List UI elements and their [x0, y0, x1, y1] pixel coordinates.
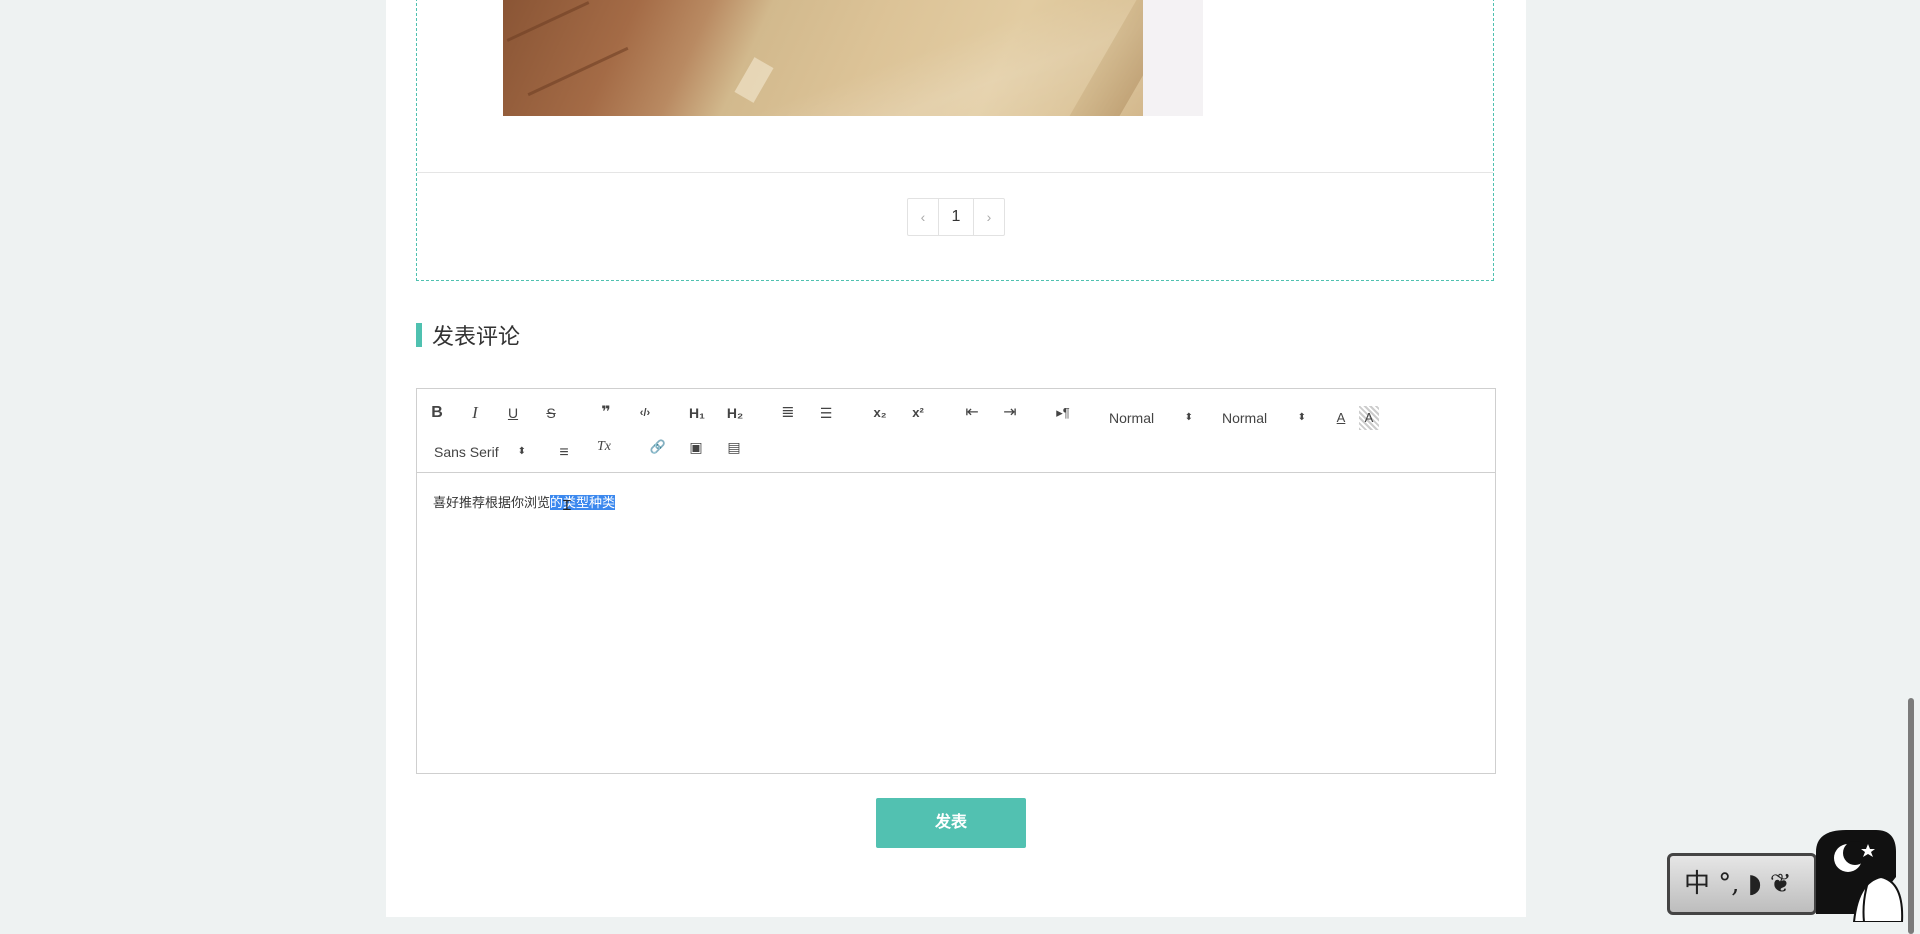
text-color-button[interactable]: A	[1331, 406, 1351, 430]
divider	[417, 172, 1493, 173]
pagination: ‹ 1 ›	[907, 198, 1005, 236]
font-select[interactable]: Sans Serif ⬍	[434, 440, 526, 464]
ime-mascot-icon	[1816, 830, 1904, 922]
post-image[interactable]	[503, 0, 1203, 116]
blockquote-button[interactable]: ❞	[595, 401, 617, 425]
background-color-button[interactable]: A	[1359, 406, 1379, 430]
size-select[interactable]: Normal ⬍	[1109, 406, 1193, 430]
italic-button[interactable]: I	[465, 401, 485, 425]
text-cursor-icon: Ɪ	[563, 497, 571, 513]
header2-button[interactable]: H₂	[723, 401, 747, 425]
bold-button[interactable]: B	[427, 401, 447, 425]
editor-selected-text: 的类型种类	[550, 495, 616, 510]
editor-text: 喜好推荐根据你浏览	[433, 495, 551, 510]
superscript-button[interactable]: x²	[907, 401, 929, 425]
rich-text-editor: B I U S ❞ ‹/› H₁ H₂ ≣ ☰ x₂ x² ⇤ ⇥ ▸¶ Nor…	[416, 388, 1496, 774]
pagination-next-button[interactable]: ›	[974, 199, 1004, 235]
header1-button[interactable]: H₁	[685, 401, 709, 425]
comment-section-title: 发表评论	[416, 321, 520, 349]
chevron-updown-icon: ⬍	[1184, 412, 1193, 423]
ime-status-bar[interactable]: 中 °, ◗ ❦	[1667, 853, 1817, 915]
ordered-list-button[interactable]: ≣	[777, 401, 799, 425]
pagination-prev-button[interactable]: ‹	[908, 199, 939, 235]
subscript-button[interactable]: x₂	[869, 401, 891, 425]
header-select[interactable]: Normal ⬍	[1222, 406, 1306, 430]
align-button[interactable]: ≡	[553, 441, 575, 465]
font-select-value: Sans Serif	[434, 444, 499, 460]
pagination-page-1[interactable]: 1	[939, 199, 974, 235]
title-accent-bar	[416, 323, 422, 347]
chevron-updown-icon: ⬍	[517, 446, 526, 457]
code-block-button[interactable]: ‹/›	[633, 401, 657, 425]
outdent-button[interactable]: ⇤	[961, 401, 983, 425]
editor-content[interactable]: 喜好推荐根据你浏览的类型种类 Ɪ	[433, 492, 616, 513]
chevron-updown-icon: ⬍	[1297, 412, 1306, 423]
wall	[1143, 0, 1203, 116]
indent-button[interactable]: ⇥	[999, 401, 1021, 425]
underline-button[interactable]: U	[503, 401, 523, 425]
floor-plank	[527, 46, 629, 97]
image-button[interactable]: ▣	[685, 435, 707, 459]
link-button[interactable]: 🔗	[647, 435, 669, 459]
comment-section-title-text: 发表评论	[432, 324, 521, 349]
text-direction-button[interactable]: ▸¶	[1051, 401, 1075, 425]
bullet-list-button[interactable]: ☰	[815, 401, 837, 425]
editor-toolbar: B I U S ❞ ‹/› H₁ H₂ ≣ ☰ x₂ x² ⇤ ⇥ ▸¶ Nor…	[417, 389, 1495, 473]
bag-tag	[734, 57, 774, 103]
scrollbar-thumb[interactable]	[1908, 698, 1914, 934]
clean-format-button[interactable]: Tx	[593, 435, 615, 459]
video-button[interactable]: ▤	[723, 435, 745, 459]
floor-plank	[506, 1, 590, 42]
strike-button[interactable]: S	[541, 401, 561, 425]
size-select-value: Normal	[1109, 410, 1155, 426]
header-select-value: Normal	[1222, 410, 1268, 426]
publish-button[interactable]: 发表	[876, 798, 1026, 848]
